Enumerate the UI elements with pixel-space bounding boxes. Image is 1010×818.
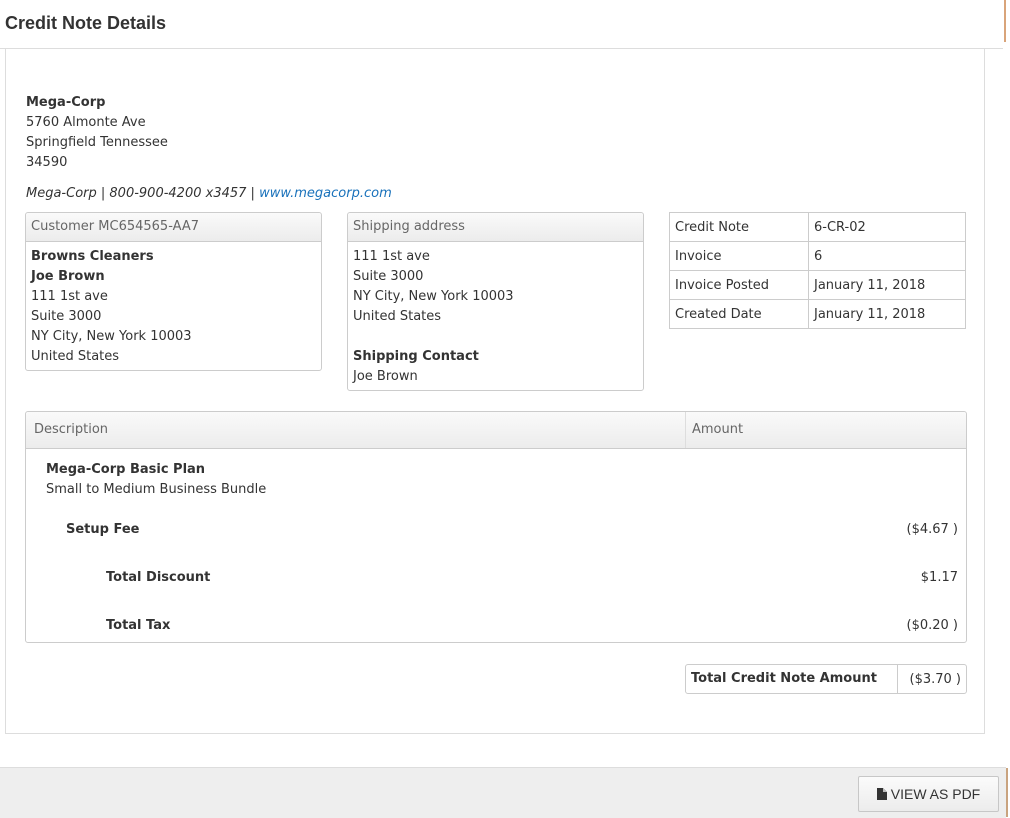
page-title: Credit Note Details: [5, 13, 167, 33]
shipping-panel: Shipping address 111 1st ave Suite 3000 …: [347, 212, 644, 391]
page-header: Credit Note Details: [0, 0, 1003, 49]
shipping-city: NY City, New York 10003: [353, 289, 514, 304]
header-accent-bar: [1004, 0, 1006, 42]
view-as-pdf-button[interactable]: VIEW AS PDF: [858, 776, 999, 812]
footer-bar: VIEW AS PDF: [0, 767, 1006, 818]
line-items-panel: Description Amount Mega-Corp Basic Plan …: [25, 411, 967, 643]
info-label: Invoice Posted: [669, 270, 809, 300]
line-items-header: Description Amount: [26, 412, 966, 449]
company-address: Mega-Corp 5760 Almonte Ave Springfield T…: [26, 93, 168, 173]
info-value: January 11, 2018: [808, 270, 966, 300]
shipping-country: United States: [353, 309, 442, 324]
view-as-pdf-label: VIEW AS PDF: [890, 786, 981, 802]
total-credit-note-box: Total Credit Note Amount ($3.70 ): [685, 664, 967, 694]
shipping-address-line2: Suite 3000: [353, 269, 424, 284]
customer-address-line1: 111 1st ave: [31, 289, 108, 304]
total-credit-note-value: ($3.70 ): [909, 671, 962, 687]
info-label: Created Date: [669, 299, 809, 329]
setup-fee-label: Setup Fee: [66, 522, 140, 537]
credit-note-document: Mega-Corp 5760 Almonte Ave Springfield T…: [5, 48, 985, 734]
customer-panel-header: Customer MC654565-AA7: [26, 213, 321, 242]
customer-contact: Joe Brown: [31, 269, 105, 284]
company-contact-text: Mega-Corp | 800-900-4200 x3457 |: [26, 186, 255, 201]
shipping-panel-header: Shipping address: [348, 213, 643, 242]
column-description: Description: [34, 422, 109, 437]
company-name: Mega-Corp: [26, 95, 106, 110]
total-tax-label: Total Tax: [106, 618, 171, 633]
info-label: Invoice: [669, 241, 809, 271]
company-address-line2: Springfield Tennessee: [26, 135, 168, 150]
plan-description: Small to Medium Business Bundle: [46, 482, 267, 497]
file-icon: [876, 788, 887, 800]
total-discount-label: Total Discount: [106, 570, 211, 585]
info-value: 6-CR-02: [808, 212, 966, 242]
customer-panel: Customer MC654565-AA7 Browns Cleaners Jo…: [25, 212, 322, 371]
company-postal: 34590: [26, 155, 68, 170]
customer-address-line2: Suite 3000: [31, 309, 102, 324]
info-row: Created Date January 11, 2018: [669, 299, 966, 329]
total-discount-amount: $1.17: [920, 570, 958, 585]
info-row: Credit Note 6-CR-02: [669, 212, 966, 242]
company-website-link[interactable]: www.megacorp.com: [259, 186, 392, 201]
shipping-address-line1: 111 1st ave: [353, 249, 430, 264]
customer-company: Browns Cleaners: [31, 249, 154, 264]
info-value: 6: [808, 241, 966, 271]
shipping-contact-name: Joe Brown: [353, 369, 418, 384]
total-credit-note-label: Total Credit Note Amount: [686, 665, 898, 693]
company-contact-line: Mega-Corp | 800-900-4200 x3457 | www.meg…: [26, 184, 392, 204]
info-row: Invoice 6: [669, 241, 966, 271]
customer-city: NY City, New York 10003: [31, 329, 192, 344]
footer-accent-bar: [1006, 768, 1008, 817]
company-address-line1: 5760 Almonte Ave: [26, 115, 146, 130]
customer-country: United States: [31, 349, 120, 364]
info-label: Credit Note: [669, 212, 809, 242]
total-tax-amount: ($0.20 ): [906, 618, 959, 633]
shipping-contact-label: Shipping Contact: [353, 349, 479, 364]
info-value: January 11, 2018: [808, 299, 966, 329]
column-amount: Amount: [685, 412, 743, 448]
setup-fee-amount: ($4.67 ): [906, 522, 959, 537]
credit-note-info-table: Credit Note 6-CR-02 Invoice 6 Invoice Po…: [669, 212, 966, 329]
info-row: Invoice Posted January 11, 2018: [669, 270, 966, 300]
plan-name: Mega-Corp Basic Plan: [46, 462, 206, 477]
